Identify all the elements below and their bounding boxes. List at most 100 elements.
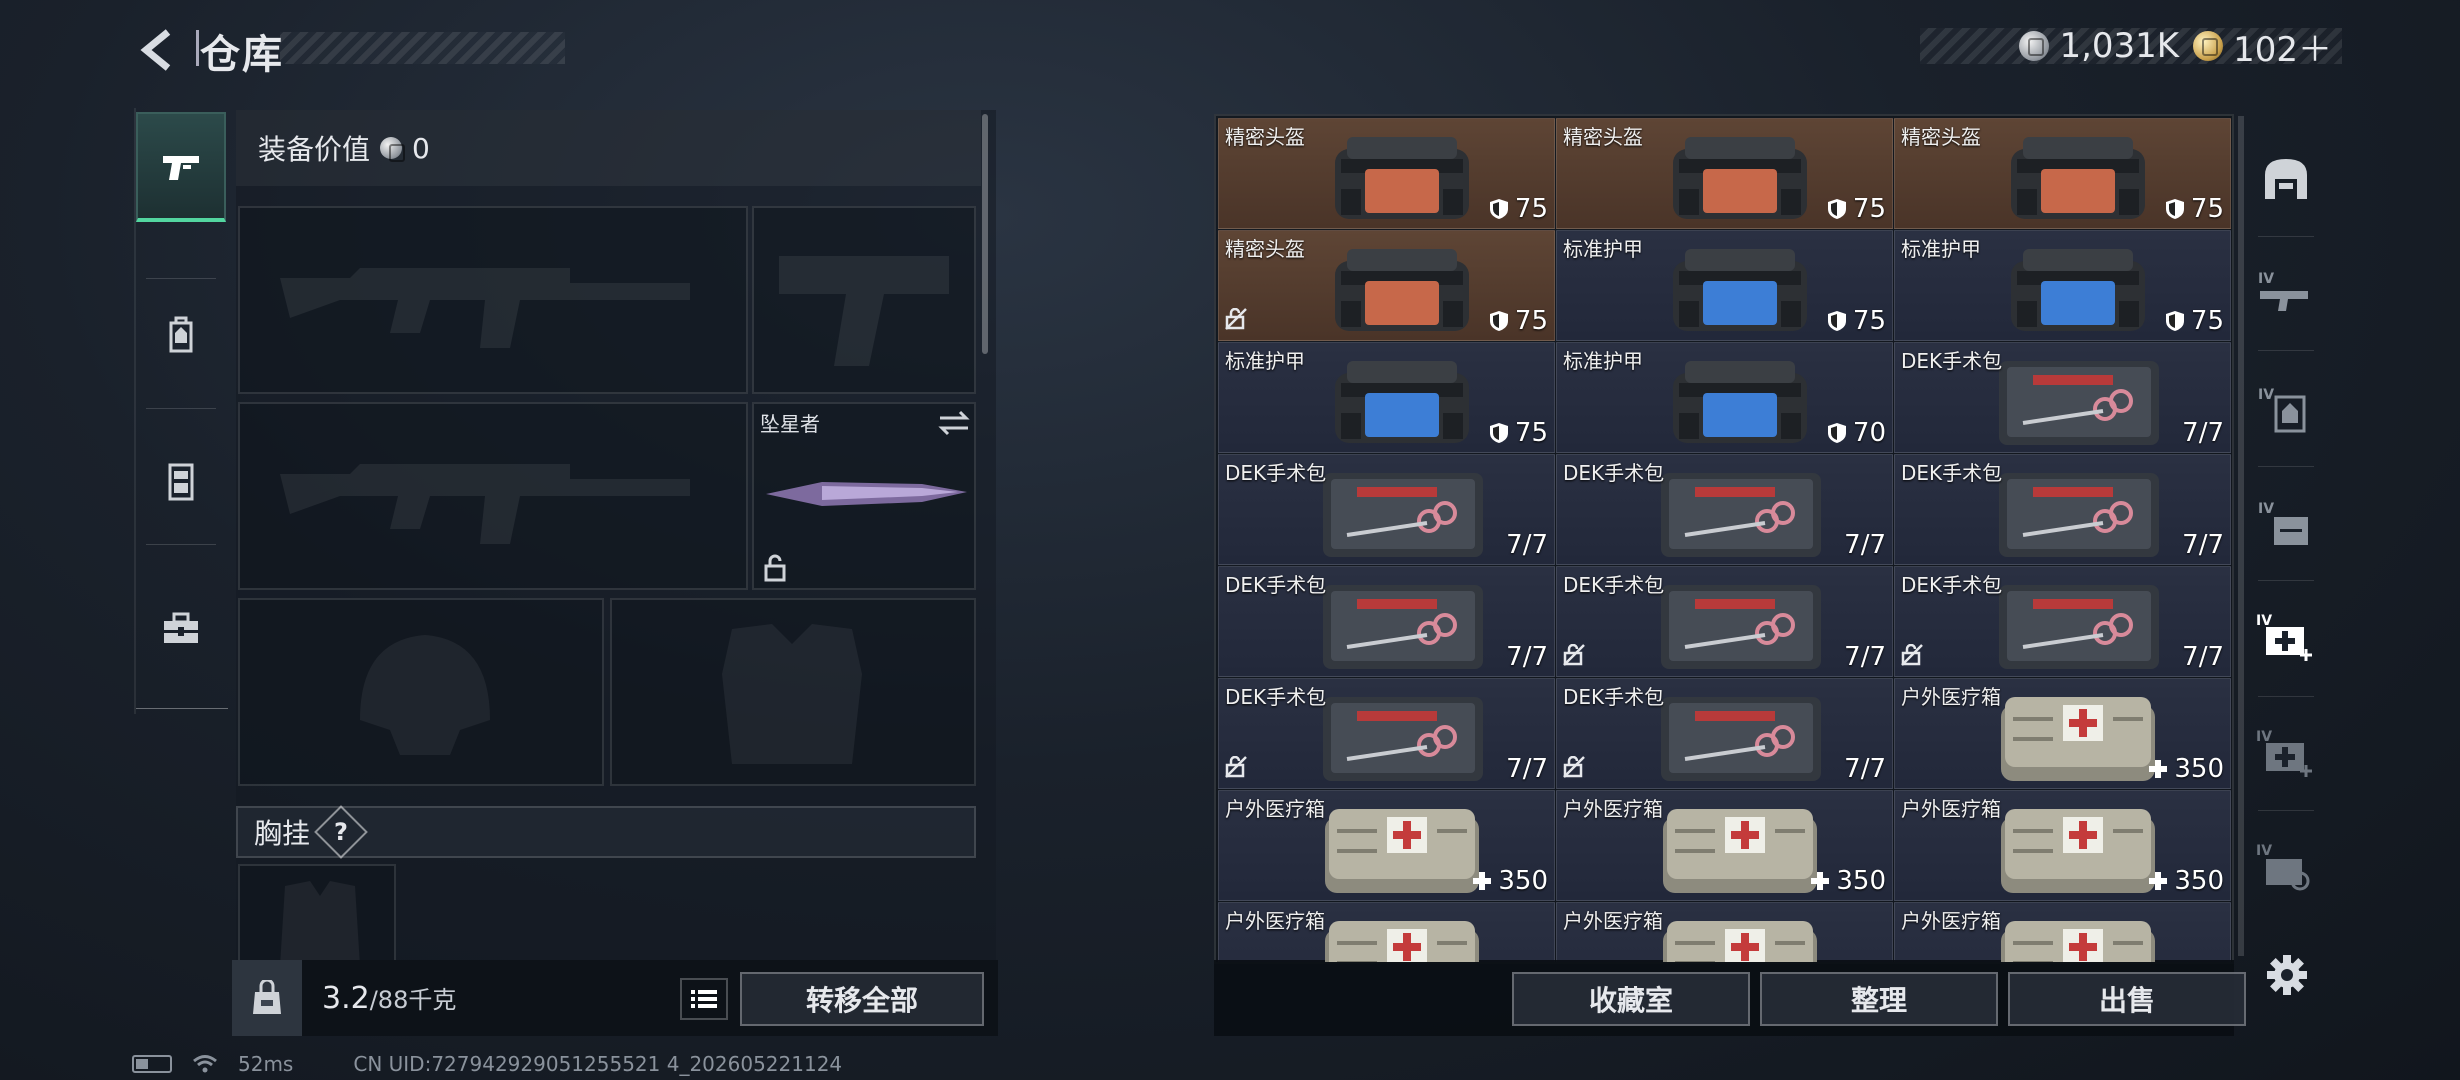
storage-item[interactable]: DEK手术包 7/7 [1556,678,1893,789]
vest-icon [168,463,194,501]
item-image [1655,689,1825,785]
user-uid: CN UID:727942929051255521 4_202605221124 [353,1052,843,1076]
storage-item[interactable]: 精密头盔 75 [1556,118,1893,229]
unlocked-badge [1225,755,1247,782]
list-view-button[interactable] [680,978,728,1020]
item-value: 350 [1810,866,1886,896]
melee-name: 坠星者 [760,412,820,436]
backpack-icon [169,316,193,353]
chest-rig-slot[interactable] [238,864,396,960]
back-button[interactable] [128,24,188,76]
item-value: 7/7 [1506,754,1548,784]
storage-item[interactable]: DEK手术包 7/7 [1218,566,1555,677]
warehouse-icon [2265,159,2307,199]
item-value: 75 [2165,194,2224,224]
melee-slot[interactable]: 坠星者 [752,402,976,590]
item-value: 7/7 [1844,642,1886,672]
backpack-category-icon: IV [2258,387,2306,433]
item-value-text: 7/7 [1844,642,1886,672]
item-name: DEK手术包 [1901,573,2003,597]
rnav-misc[interactable]: IV [2248,812,2324,922]
storage-item[interactable]: 标准护甲 75 [1218,342,1555,453]
storage-item[interactable]: 户外医疗箱 [1218,902,1555,962]
storage-item[interactable]: 精密头盔 75 [1218,230,1555,341]
item-name: DEK手术包 [1225,461,1327,485]
nav-divider [146,278,216,279]
rnav-weapons[interactable]: IV [2248,238,2324,348]
sell-button[interactable]: 出售 [2008,972,2246,1026]
storage-item[interactable]: 标准护甲 70 [1556,342,1893,453]
rnav-medical-other[interactable]: IV [2248,698,2324,808]
item-image [1993,913,2163,962]
item-image [1655,913,1825,962]
storage-item[interactable]: 户外医疗箱 350 [1894,790,2231,901]
silver-coin-icon [380,137,406,162]
armor-slot[interactable] [610,598,976,786]
rnav-all[interactable] [2248,124,2324,234]
storage-item[interactable]: DEK手术包 7/7 [1894,454,2231,565]
nav-safebox[interactable] [136,574,226,684]
nav-backpack[interactable] [136,280,226,390]
rnav-rigs[interactable]: IV [2248,468,2324,578]
collection-room-button[interactable]: 收藏室 [1512,972,1750,1026]
page-title: 仓库 [200,32,284,78]
gold-currency[interactable]: 102＋ [2193,22,2332,71]
primary-weapon-slot[interactable] [238,206,748,394]
unlock-icon [1901,643,1923,666]
item-value-text: 7/7 [2182,530,2224,560]
storage-item[interactable]: 户外医疗箱 [1894,902,2231,962]
secondary-weapon-slot[interactable] [238,402,748,590]
storage-item[interactable]: 标准护甲 75 [1556,230,1893,341]
plus-icon [2149,872,2168,890]
rnav-medical-active[interactable]: IV [2248,582,2324,692]
storage-item[interactable]: 户外医疗箱 [1556,902,1893,962]
storage-item[interactable]: DEK手术包 7/7 [1218,678,1555,789]
swap-icon[interactable] [938,410,970,436]
storage-scrollbar[interactable] [2238,116,2244,956]
carry-weight-max: /88千克 [369,986,457,1014]
silver-coin-icon [2019,31,2050,61]
currency-bar: 1,031K 102＋ [1920,26,2342,70]
nav-divider [2258,580,2314,581]
storage-item[interactable]: 户外医疗箱 350 [1894,678,2231,789]
storage-item[interactable]: 户外医疗箱 350 [1556,790,1893,901]
storage-item[interactable]: DEK手术包 7/7 [1218,454,1555,565]
storage-item[interactable]: DEK手术包 7/7 [1556,566,1893,677]
nav-rig[interactable] [136,426,226,536]
item-name: 户外医疗箱 [1901,909,2001,933]
settings-button[interactable] [2262,950,2312,1000]
rnav-backpacks[interactable]: IV [2248,354,2324,464]
wifi-icon [193,1055,217,1073]
storage-item[interactable]: 户外医疗箱 350 [1218,790,1555,901]
status-footer: 52ms CN UID:727942929051255521 4_2026052… [132,1052,842,1076]
misc-category-icon: IV [2256,843,2310,891]
transfer-all-button[interactable]: 转移全部 [740,972,984,1026]
svg-text:IV: IV [2256,843,2272,859]
storage-item[interactable]: 精密头盔 75 [1218,118,1555,229]
help-button[interactable]: ? [314,805,368,859]
item-value-text: 75 [2190,194,2224,224]
item-value-text: 350 [1836,866,1886,896]
item-image [1317,913,1487,962]
storage-item[interactable]: DEK手术包 7/7 [1894,342,2231,453]
nav-divider [2258,466,2314,467]
loadout-scrollbar[interactable] [982,114,988,354]
pistol-slot[interactable] [752,206,976,394]
gold-amount[interactable]: 102＋ [2233,22,2332,71]
svg-text:IV: IV [2258,501,2274,517]
storage-item[interactable]: DEK手术包 7/7 [1556,454,1893,565]
organize-button[interactable]: 整理 [1760,972,1998,1026]
storage-item[interactable]: DEK手术包 7/7 [1894,566,2231,677]
item-name: DEK手术包 [1563,461,1665,485]
item-name: 标准护甲 [1225,349,1305,373]
storage-item[interactable]: 精密头盔 75 [1894,118,2231,229]
storage-item[interactable]: 标准护甲 75 [1894,230,2231,341]
vest-silhouette-icon [722,624,862,764]
item-image [1317,241,1487,337]
item-value-text: 7/7 [1506,642,1548,672]
shield-icon [1489,423,1508,443]
pistol-icon [163,156,199,180]
item-name: DEK手术包 [1901,349,2003,373]
helmet-slot[interactable] [238,598,604,786]
nav-weapons[interactable] [136,112,226,222]
